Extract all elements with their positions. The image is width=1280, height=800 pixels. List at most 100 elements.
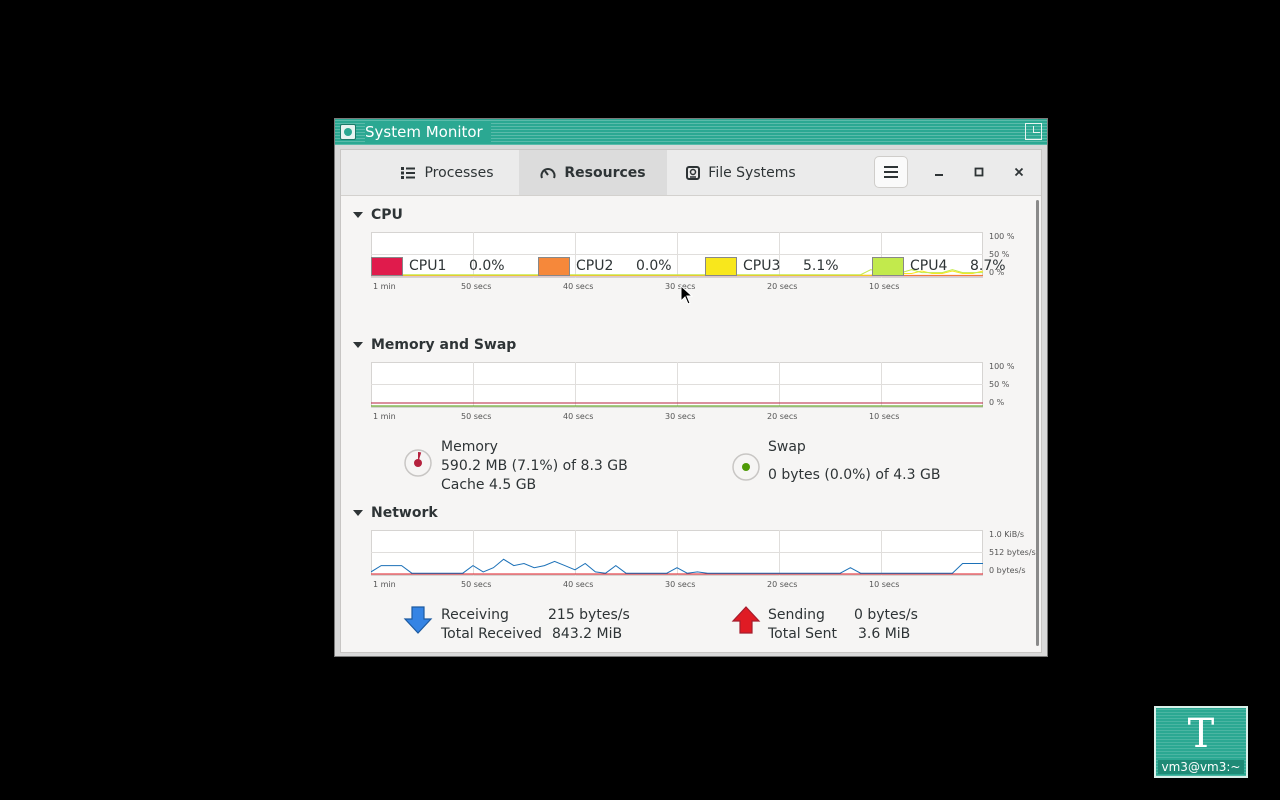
header-bar: Processes Resources File Systems	[341, 150, 1041, 196]
receiving-label: Receiving	[441, 607, 509, 623]
network-graph: 1 min 50 secs 40 secs 30 secs 20 secs 10 secs…	[371, 530, 1036, 590]
minimize-icon	[935, 174, 943, 176]
time-axis-label: 30 secs	[665, 580, 696, 589]
legend-value: 5.1%	[803, 258, 839, 274]
time-axis-label: 20 secs	[767, 580, 798, 589]
cpu-section-header[interactable]: CPU	[353, 207, 403, 223]
terminal-desktop-icon[interactable]: T vm3@vm3:~	[1154, 706, 1248, 778]
legend-name: CPU2	[576, 258, 614, 274]
tab-processes[interactable]: Processes	[375, 150, 519, 195]
legend-cpu2[interactable]: CPU2 0.0%	[538, 256, 672, 276]
legend-name: CPU3	[743, 258, 781, 274]
color-swatch[interactable]	[371, 256, 403, 276]
disk-icon	[686, 165, 701, 180]
color-swatch[interactable]	[872, 256, 904, 276]
tab-label: Resources	[564, 164, 646, 181]
memory-section-header[interactable]: Memory and Swap	[353, 337, 516, 353]
maximize-button[interactable]	[969, 162, 989, 182]
swap-label: Swap	[768, 439, 806, 455]
time-axis-label: 50 secs	[461, 580, 492, 589]
color-swatch[interactable]	[538, 256, 570, 276]
time-axis-label: 1 min	[373, 282, 396, 291]
memory-label: Memory	[441, 439, 498, 455]
tab-label: Processes	[424, 164, 494, 181]
app-icon[interactable]	[340, 124, 356, 140]
minimize-button[interactable]	[929, 162, 949, 182]
main-menu-button[interactable]	[874, 156, 908, 188]
mouse-cursor-icon	[680, 285, 694, 305]
memory-pie-icon[interactable]	[403, 448, 433, 478]
time-axis-label: 10 secs	[869, 282, 900, 291]
expander-icon	[353, 342, 363, 348]
app-content: Processes Resources File Systems CPU 1 m…	[340, 149, 1042, 653]
time-axis-label: 50 secs	[461, 282, 492, 291]
time-axis-label: 30 secs	[665, 412, 696, 421]
expander-icon	[353, 212, 363, 218]
network-section-header[interactable]: Network	[353, 505, 438, 521]
time-axis-label: 10 secs	[869, 412, 900, 421]
memory-value: 590.2 MB (7.1%) of 8.3 GB	[441, 458, 628, 474]
system-monitor-window: System Monitor Processes Resources File …	[334, 118, 1048, 657]
total-received-label: Total Received	[441, 626, 542, 642]
list-icon	[401, 166, 416, 179]
legend-value: 0.0%	[469, 258, 505, 274]
value-axis-label: 0 %	[989, 398, 1005, 407]
time-axis-label: 40 secs	[563, 412, 594, 421]
legend-cpu3[interactable]: CPU3 5.1%	[705, 256, 839, 276]
memory-graph: 1 min 50 secs 40 secs 30 secs 20 secs 10 secs…	[371, 362, 1021, 422]
gauge-icon	[540, 167, 556, 178]
maximize-icon	[974, 167, 984, 177]
time-axis-label: 20 secs	[767, 282, 798, 291]
section-title: Network	[371, 505, 438, 521]
time-axis-label: 10 secs	[869, 580, 900, 589]
terminal-label: vm3@vm3:~	[1158, 760, 1244, 774]
total-sent-value: 3.6 MiB	[858, 626, 911, 642]
legend-cpu4[interactable]: CPU4 8.7%	[872, 256, 1006, 276]
value-axis-label: 100 %	[989, 232, 1015, 241]
color-swatch[interactable]	[705, 256, 737, 276]
maximize-frame-icon[interactable]	[1025, 123, 1042, 140]
title-bar[interactable]: System Monitor	[335, 119, 1047, 145]
terminal-glyph: T	[1187, 711, 1215, 757]
legend-name: CPU4	[910, 258, 948, 274]
time-axis-label: 40 secs	[563, 580, 594, 589]
receive-arrow-icon[interactable]	[403, 605, 433, 635]
scrollbar[interactable]	[1036, 200, 1039, 646]
value-axis-label: 1.0 KiB/s	[989, 530, 1025, 539]
tab-resources[interactable]: Resources	[519, 150, 667, 195]
send-arrow-icon[interactable]	[731, 605, 761, 635]
value-axis-label: 100 %	[989, 362, 1015, 371]
graph-canvas	[371, 530, 983, 576]
sending-label: Sending	[768, 607, 825, 623]
memory-cache: Cache 4.5 GB	[441, 477, 537, 493]
close-button[interactable]	[1009, 162, 1029, 182]
legend-name: CPU1	[409, 258, 447, 274]
swap-value: 0 bytes (0.0%) of 4.3 GB	[768, 467, 941, 483]
value-axis-label: 50 %	[989, 380, 1010, 389]
window-title: System Monitor	[365, 122, 491, 142]
time-axis-label: 50 secs	[461, 412, 492, 421]
receiving-value: 215 bytes/s	[548, 607, 630, 623]
legend-cpu1[interactable]: CPU1 0.0%	[371, 256, 505, 276]
section-title: CPU	[371, 207, 403, 223]
tab-label: File Systems	[708, 164, 796, 181]
section-title: Memory and Swap	[371, 337, 517, 353]
time-axis-label: 40 secs	[563, 282, 594, 291]
close-icon	[1014, 167, 1024, 177]
value-axis-label: 0 bytes/s	[989, 566, 1026, 575]
time-axis-label: 1 min	[373, 580, 396, 589]
graph-canvas	[371, 362, 983, 408]
value-axis-label: 512 bytes/s	[989, 548, 1036, 557]
legend-value: 0.0%	[636, 258, 672, 274]
swap-pie-icon[interactable]	[731, 452, 761, 482]
expander-icon	[353, 510, 363, 516]
total-received-value: 843.2 MiB	[552, 626, 623, 642]
total-sent-label: Total Sent	[768, 626, 838, 642]
tab-file-systems[interactable]: File Systems	[667, 150, 815, 195]
desktop: System Monitor Processes Resources File …	[0, 0, 1280, 800]
sending-value: 0 bytes/s	[854, 607, 918, 623]
time-axis-label: 20 secs	[767, 412, 798, 421]
legend-value: 8.7%	[970, 258, 1006, 274]
hamburger-icon	[884, 166, 898, 178]
time-axis-label: 1 min	[373, 412, 396, 421]
